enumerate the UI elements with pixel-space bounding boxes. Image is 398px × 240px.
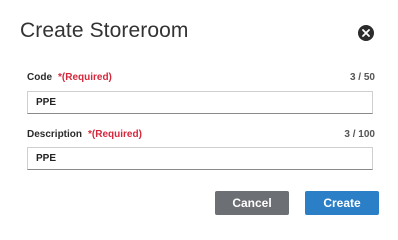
code-input[interactable]: [27, 91, 373, 114]
close-x-glyph: [362, 29, 370, 37]
description-required-marker: *(Required): [88, 129, 142, 140]
description-label: Description *(Required): [27, 129, 142, 140]
cancel-button[interactable]: Cancel: [215, 191, 289, 215]
code-label-text: Code: [27, 72, 52, 83]
create-storeroom-dialog: Create Storeroom Code *(Required) 3 / 50 …: [0, 0, 398, 240]
description-input[interactable]: [27, 147, 373, 170]
code-char-counter: 3 / 50: [349, 72, 375, 83]
code-required-marker: *(Required): [58, 72, 112, 83]
create-button[interactable]: Create: [305, 191, 379, 215]
code-label: Code *(Required): [27, 72, 112, 83]
dialog-title: Create Storeroom: [20, 19, 189, 42]
close-icon[interactable]: [358, 25, 374, 41]
description-label-text: Description: [27, 129, 83, 140]
description-char-counter: 3 / 100: [344, 129, 375, 140]
